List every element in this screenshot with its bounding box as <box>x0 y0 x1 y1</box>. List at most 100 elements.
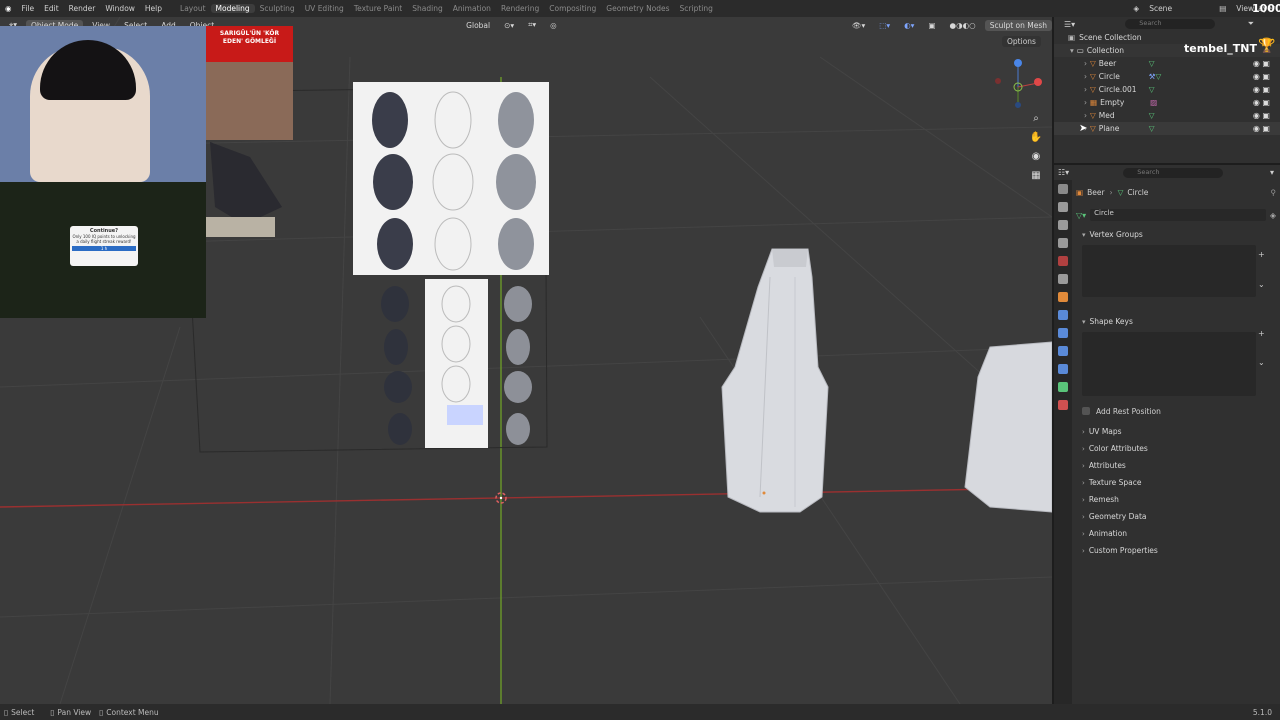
menu-render[interactable]: Render <box>64 4 101 13</box>
properties-editor-icon[interactable]: ☷▾ <box>1058 168 1069 177</box>
panel-vertex-groups[interactable]: ▾ Vertex Groups <box>1076 226 1276 243</box>
game-popup-button[interactable]: 1 h <box>72 246 136 251</box>
tab-rendering[interactable]: Rendering <box>496 4 544 13</box>
tab-scripting[interactable]: Scripting <box>675 4 718 13</box>
physics-tab-icon[interactable] <box>1058 346 1068 356</box>
panel-color-attributes[interactable]: › Color Attributes <box>1076 440 1276 457</box>
expand-icon[interactable]: › <box>1084 59 1087 68</box>
reference-image-top[interactable] <box>353 82 549 275</box>
pivot-icon[interactable]: ⊙▾ <box>499 20 519 31</box>
sculpt-on-mesh-button[interactable]: Sculpt on Mesh <box>984 19 1052 31</box>
panel-animation[interactable]: › Animation <box>1076 525 1276 542</box>
outliner-item-circle-001[interactable]: › ▽ Circle.001 ▽ ◉ ▣ <box>1054 83 1280 96</box>
material-tab-icon[interactable] <box>1058 400 1068 410</box>
visibility-eye-icon[interactable]: ◉ ▣ <box>1253 98 1270 107</box>
tab-texture-paint[interactable]: Texture Paint <box>349 4 407 13</box>
mesh-datablock-icon[interactable]: ▽▾ <box>1076 211 1086 220</box>
tab-geometry-nodes[interactable]: Geometry Nodes <box>601 4 674 13</box>
outliner-item-circle[interactable]: › ▽ Circle ⚒ ▽ ◉ ▣ <box>1054 70 1280 83</box>
properties-search-input[interactable]: Search <box>1123 167 1224 178</box>
breadcrumb-object[interactable]: Beer <box>1087 188 1104 197</box>
navigation-gizmo[interactable] <box>990 57 1045 117</box>
fake-user-shield-icon[interactable]: ◈ <box>1270 211 1276 220</box>
scene-selector[interactable]: Scene <box>1144 4 1214 13</box>
pin-icon[interactable]: ⚲ <box>1271 188 1277 197</box>
world-tab-icon[interactable] <box>1058 274 1068 284</box>
shape-key-menu-icon[interactable]: ⌄ <box>1258 358 1265 367</box>
visibility-icon[interactable]: 👁▾ <box>847 20 870 31</box>
tab-uv-editing[interactable]: UV Editing <box>300 4 349 13</box>
outliner-item-beer[interactable]: › ▽ Beer ▽ ◉ ▣ <box>1054 57 1280 70</box>
visibility-eye-icon[interactable]: ◉ ▣ <box>1253 124 1270 133</box>
outliner-item-med[interactable]: › ▽ Med ▽ ◉ ▣ <box>1054 109 1280 122</box>
shading-solid-icon[interactable]: ●◑◐○ <box>945 20 981 31</box>
mesh-name-field[interactable]: Circle <box>1090 209 1266 221</box>
shape-key-add-icon[interactable]: + <box>1258 329 1265 338</box>
breadcrumb-mesh[interactable]: Circle <box>1127 188 1148 197</box>
panel-attributes[interactable]: › Attributes <box>1076 457 1276 474</box>
tool-tab-icon[interactable] <box>1058 184 1068 194</box>
outliner-item-empty[interactable]: › ▦ Empty ▨ ◉ ▣ <box>1054 96 1280 109</box>
snap-icon[interactable]: ⌗▾ <box>523 19 541 31</box>
panel-custom-properties[interactable]: › Custom Properties <box>1076 542 1276 559</box>
tab-sculpting[interactable]: Sculpting <box>255 4 300 13</box>
circle-001-mesh[interactable] <box>964 341 1052 513</box>
pan-hand-icon[interactable]: ✋ <box>1028 132 1044 151</box>
vertex-group-add-icon[interactable]: + <box>1258 250 1265 259</box>
blender-logo-icon[interactable]: ◉ <box>0 4 17 13</box>
gizmo-icon[interactable]: ⬚▾ <box>874 20 895 31</box>
mesh-data-tab-icon[interactable] <box>1058 382 1068 392</box>
xray-icon[interactable]: ▣ <box>923 20 940 31</box>
view-layer-tab-icon[interactable] <box>1058 238 1068 248</box>
outliner-search-input[interactable]: Search <box>1125 19 1216 29</box>
outliner-item-plane[interactable]: › ▽ Plane ▽ ◉ ▣ <box>1054 122 1280 135</box>
menu-window[interactable]: Window <box>100 4 140 13</box>
filter-icon[interactable]: ⏷ <box>1248 19 1254 29</box>
outliner-editor-icon[interactable]: ☰▾ <box>1064 20 1075 29</box>
shape-keys-list[interactable] <box>1082 332 1256 396</box>
panel-texture-space[interactable]: › Texture Space <box>1076 474 1276 491</box>
zoom-icon[interactable]: ⌕ <box>1028 113 1044 132</box>
tab-shading[interactable]: Shading <box>407 4 447 13</box>
add-rest-position-row[interactable]: Add Rest Position <box>1076 403 1276 419</box>
expand-icon[interactable]: › <box>1084 72 1087 81</box>
scene-tab-icon[interactable] <box>1058 256 1068 266</box>
tab-layout[interactable]: Layout <box>175 4 211 13</box>
panel-remesh[interactable]: › Remesh <box>1076 491 1276 508</box>
collection-expand-icon[interactable]: ▾ <box>1070 46 1074 55</box>
proportional-edit-icon[interactable]: ◎ <box>545 20 562 31</box>
object-tab-icon[interactable] <box>1058 292 1068 302</box>
visibility-eye-icon[interactable]: ◉ ▣ <box>1253 85 1270 94</box>
overlay-icon[interactable]: ◐▾ <box>899 20 919 31</box>
vertex-groups-list[interactable] <box>1082 245 1256 297</box>
camera-view-icon[interactable]: ◉ <box>1028 151 1044 170</box>
panel-uv-maps[interactable]: › UV Maps <box>1076 423 1276 440</box>
ortho-grid-icon[interactable]: ▦ <box>1028 170 1044 189</box>
properties-options-icon[interactable]: ▾ <box>1270 168 1274 177</box>
crow-statue-mesh[interactable] <box>205 142 282 237</box>
beer-bottle-mesh[interactable] <box>721 248 829 513</box>
transform-orientation-dropdown[interactable]: Global <box>461 20 495 31</box>
visibility-eye-icon[interactable]: ◉ ▣ <box>1253 72 1270 81</box>
crow-models-row[interactable] <box>368 279 548 448</box>
render-tab-icon[interactable] <box>1058 202 1068 212</box>
tab-modeling[interactable]: Modeling <box>210 4 255 13</box>
panel-shape-keys[interactable]: ▾ Shape Keys <box>1076 313 1276 330</box>
expand-icon[interactable]: › <box>1084 85 1087 94</box>
constraints-tab-icon[interactable] <box>1058 364 1068 374</box>
panel-geometry-data[interactable]: › Geometry Data <box>1076 508 1276 525</box>
menu-help[interactable]: Help <box>140 4 167 13</box>
tab-compositing[interactable]: Compositing <box>544 4 601 13</box>
menu-edit[interactable]: Edit <box>39 4 64 13</box>
expand-icon[interactable]: › <box>1084 98 1087 107</box>
add-rest-position-checkbox[interactable] <box>1082 407 1090 415</box>
options-dropdown[interactable]: Options <box>1002 36 1041 47</box>
output-tab-icon[interactable] <box>1058 220 1068 230</box>
vertex-group-menu-icon[interactable]: ⌄ <box>1258 280 1265 289</box>
visibility-eye-icon[interactable]: ◉ ▣ <box>1253 59 1270 68</box>
tab-animation[interactable]: Animation <box>448 4 496 13</box>
particles-tab-icon[interactable] <box>1058 328 1068 338</box>
menu-file[interactable]: File <box>17 4 40 13</box>
visibility-eye-icon[interactable]: ◉ ▣ <box>1253 111 1270 120</box>
expand-icon[interactable]: › <box>1084 111 1087 120</box>
